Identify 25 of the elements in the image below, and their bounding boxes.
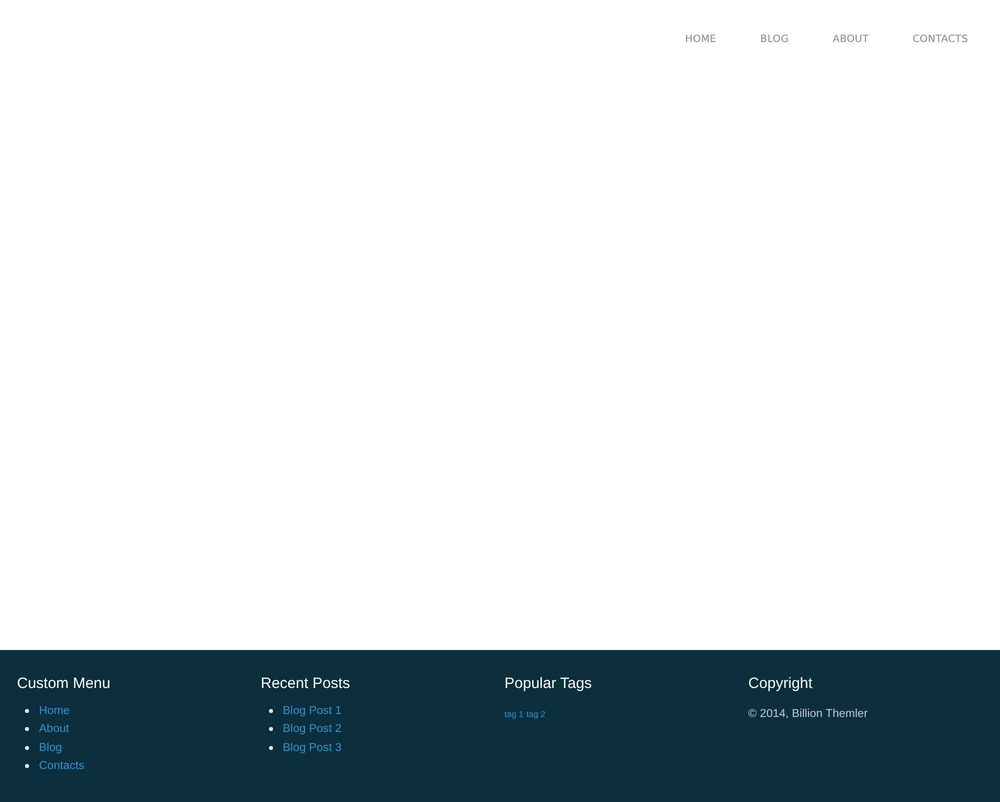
footer-link[interactable]: Blog Post 3 [282,742,342,754]
footer-heading: Copyright [748,675,814,692]
bullet-icon [25,709,29,714]
nav-link[interactable]: ABOUT [832,34,869,80]
bullet-icon [25,764,29,768]
tag-link[interactable]: tag 1 [504,709,524,719]
bullet-icon [268,746,273,750]
footer-link[interactable]: Blog Post 1 [282,705,342,718]
bullet-icon [268,709,273,714]
footer-heading: Custom Menu [17,675,112,692]
footer-link[interactable]: Home [39,705,70,718]
footer-heading: Recent Posts [260,675,351,692]
bullet-icon [25,727,29,732]
footer-link[interactable]: Contacts [39,760,84,772]
footer-link[interactable]: Blog Post 2 [282,723,342,736]
footer-link[interactable]: About [39,723,70,736]
footer-heading: Popular Tags [504,675,593,692]
bullet-icon [268,727,273,732]
copyright-text: © 2014, Billion Themler [748,708,868,720]
nav-link[interactable]: HOME [685,34,716,80]
nav-link[interactable]: CONTACTS [912,34,968,80]
nav-link[interactable]: BLOG [760,34,789,80]
tag-link[interactable]: tag 2 [526,709,546,719]
footer-link[interactable]: Blog [39,742,62,754]
bullet-icon [25,746,29,750]
